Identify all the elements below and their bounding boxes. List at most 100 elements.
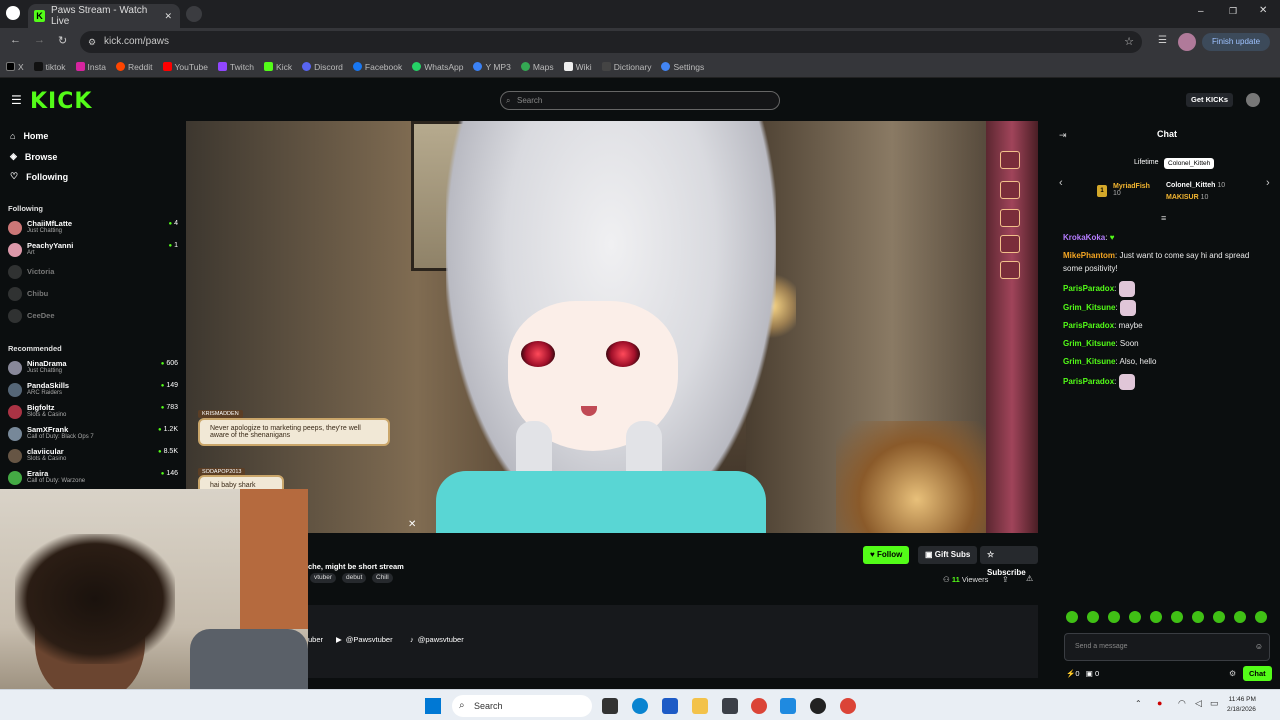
emote-icon[interactable] [1150,611,1162,623]
follow-button[interactable]: ♥ Follow [863,546,910,564]
following-channel-offline[interactable]: Victoria [8,262,178,282]
emote-icon[interactable] [1213,611,1225,623]
back-icon[interactable]: ← [10,34,21,46]
top-gifter[interactable]: MyriadFish 10 [1113,183,1150,197]
bookmark-whatsapp[interactable]: WhatsApp [412,62,463,72]
nav-following[interactable]: ♡ Following [10,171,68,182]
channel-points[interactable]: ⚡0 ▣ 0 [1066,669,1099,678]
bookmark-star-icon[interactable]: ☆ [1124,31,1134,53]
expand-leaderboard-icon[interactable]: ≡ [1161,213,1166,223]
bookmark-dictionary[interactable]: Dictionary [601,62,651,72]
site-info-icon[interactable]: ⚙ [88,31,96,53]
chevron-left-icon[interactable]: ‹ [1059,177,1063,189]
chat-settings-icon[interactable]: ⚙ [1229,669,1236,678]
send-chat-button[interactable]: Chat [1243,666,1272,681]
bookmark-youtube[interactable]: YouTube [162,62,208,72]
tag[interactable]: vtuber [310,573,337,583]
bookmark-wiki[interactable]: Wiki [563,62,592,72]
menu-icon[interactable]: ☰ [11,93,22,107]
recommended-channel[interactable]: claviicularSlots & Casino8.5K [8,446,178,466]
bookmark-insta[interactable]: Insta [75,62,106,72]
emote-icon[interactable] [1234,611,1246,623]
gift-subs-button[interactable]: ▣ Gift Subs [918,546,978,564]
tray-chevron-icon[interactable]: ⌃ [1135,699,1142,708]
subscribe-button[interactable]: ☆ Subscribe [980,546,1038,577]
app-icon[interactable] [722,698,738,714]
youtube-link[interactable]: ▶ @Pawsvtuber [336,635,393,644]
chat-message-input[interactable]: Send a message ☺ [1064,633,1270,661]
bookmark-facebook[interactable]: Facebook [352,62,402,72]
bookmark-tiktok[interactable]: tiktok [33,62,66,72]
maximize-icon[interactable]: ❐ [1229,6,1237,17]
following-channel[interactable]: PeachyYanniArt1 [8,240,178,260]
finish-update-button[interactable]: Finish update [1202,33,1270,51]
following-channel[interactable]: ChaiiMfLatteJust Chatting4 [8,218,178,238]
recommended-channel[interactable]: PandaSkillsARC Raiders149 [8,380,178,400]
emote-icon[interactable] [1192,611,1204,623]
tag[interactable]: Chill [372,573,393,583]
file-explorer-icon[interactable] [692,698,708,714]
microphone-icon[interactable]: ● [1157,698,1162,708]
account-avatar[interactable] [1178,33,1196,51]
emote-icon[interactable] [1108,611,1120,623]
wifi-icon[interactable]: ◠ [1178,698,1186,709]
tag[interactable]: debut [342,573,367,583]
bookmark-maps[interactable]: Maps [520,62,554,72]
bookmark-twitch[interactable]: Twitch [217,62,254,72]
close-tab-icon[interactable]: ✕ [164,11,172,22]
emote-icon[interactable] [1129,611,1141,623]
bookmark-ymp3[interactable]: Y MP3 [473,62,511,72]
recommended-channel[interactable]: SamXFrankCall of Duty: Black Ops 71.2K [8,424,178,444]
share-icon[interactable]: ⇪ [1002,575,1009,584]
taskbar-search[interactable]: ⌕ Search [452,695,592,717]
report-icon[interactable]: ⚠ [1026,574,1033,583]
video-player[interactable]: KRISMADDEN Never apologize to marketing … [186,121,1038,533]
emote-icon[interactable] [1255,611,1267,623]
close-window-icon[interactable]: ✕ [1259,5,1267,16]
browser-tab[interactable]: K Paws Stream - Watch Live ✕ [28,4,180,28]
nav-browse[interactable]: ◈ Browse [10,151,57,162]
social-link[interactable]: uber [308,635,323,644]
search-input[interactable]: ⌕ Search [500,91,780,110]
bookmark-settings[interactable]: Settings [661,62,704,72]
store-icon[interactable] [662,698,678,714]
edge-icon[interactable] [632,698,648,714]
battery-icon[interactable]: ▭ [1210,698,1219,709]
get-kicks-button[interactable]: Get KICKs [1186,93,1234,107]
nav-home[interactable]: ⌂ Home [10,131,48,141]
top-gifter[interactable]: MAKISUR 10 [1166,194,1208,201]
task-view-icon[interactable] [602,698,618,714]
forward-icon[interactable]: → [34,34,45,46]
user-avatar[interactable] [1246,93,1260,107]
recommended-channel[interactable]: ErairaCall of Duty: Warzone146 [8,468,178,488]
tiktok-link[interactable]: ♪ @pawsvtuber [410,635,464,644]
windows-start-icon[interactable] [425,698,441,714]
recommended-channel[interactable]: NinaDramaJust Chatting606 [8,358,178,378]
bookmark-discord[interactable]: Discord [302,62,343,72]
emote-icon[interactable] [1066,611,1078,623]
volume-icon[interactable]: ◁ [1195,698,1202,709]
app-icon[interactable] [780,698,796,714]
emote-icon[interactable] [1087,611,1099,623]
bookmark-kick[interactable]: Kick [264,62,292,72]
url-field[interactable]: ⚙ kick.com/paws ☆ [80,31,1142,53]
tab-search-icon[interactable]: ☰ [1158,35,1167,46]
profile-icon[interactable] [6,6,20,20]
minimize-icon[interactable]: – [1198,6,1204,17]
top-gifter[interactable]: Colonel_Kitteh 10 [1166,182,1225,189]
close-overlay-icon[interactable]: ✕ [408,519,416,530]
app-icon[interactable] [810,698,826,714]
kick-logo[interactable]: KICK [30,89,92,114]
chrome-icon[interactable] [840,698,856,714]
new-tab-button[interactable] [186,6,202,22]
emoji-icon[interactable]: ☺ [1255,634,1263,660]
following-channel-offline[interactable]: CeeDee [8,306,178,326]
chevron-right-icon[interactable]: › [1266,177,1270,189]
chrome-icon[interactable] [751,698,767,714]
bookmark-x[interactable]: X [6,62,24,72]
bookmark-reddit[interactable]: Reddit [115,62,153,72]
recommended-channel[interactable]: BigfoltzSlots & Casino783 [8,402,178,422]
emote-icon[interactable] [1171,611,1183,623]
reload-icon[interactable]: ↻ [58,34,67,47]
taskbar-clock[interactable]: 11:46 PM 2/18/2026 [1227,695,1256,715]
